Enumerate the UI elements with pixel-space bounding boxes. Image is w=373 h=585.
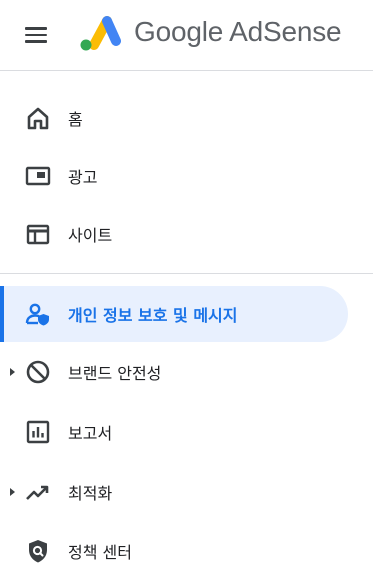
brand-safety-icon — [26, 360, 50, 384]
nav-item-label: 보고서 — [68, 424, 113, 443]
nav-divider — [0, 273, 373, 274]
policy-center-icon — [29, 540, 47, 563]
optimization-icon — [26, 485, 49, 500]
nav-item-label: 개인 정보 보호 및 메시지 — [68, 306, 238, 325]
privacy-messaging-icon — [25, 303, 49, 326]
nav-item-sites[interactable]: 사이트 — [0, 206, 348, 262]
nav-item-ads[interactable]: 광고 — [0, 148, 348, 204]
nav-item-policy-center[interactable]: 정책 센터 — [0, 523, 348, 579]
nav-item-reports[interactable]: 보고서 — [0, 404, 348, 460]
hamburger-line — [25, 33, 47, 37]
nav-item-label: 홈 — [68, 110, 83, 129]
brand-title: Google AdSense — [134, 16, 342, 47]
expand-arrow-icon[interactable] — [10, 368, 15, 376]
adsense-logo-icon — [80, 16, 121, 51]
nav-item-label: 사이트 — [68, 226, 113, 245]
nav-item-optimization[interactable]: 최적화 — [0, 464, 348, 520]
expand-arrow-icon[interactable] — [10, 488, 15, 496]
app-header: Google AdSense — [0, 0, 373, 71]
sites-icon — [26, 224, 50, 245]
main-menu-button[interactable] — [25, 22, 53, 48]
active-indicator — [0, 286, 4, 342]
home-icon — [27, 107, 49, 130]
nav-item-label: 최적화 — [68, 484, 113, 503]
ads-icon — [25, 166, 51, 186]
nav-item-label: 광고 — [68, 168, 98, 187]
nav-item-brand-safety[interactable]: 브랜드 안전성 — [0, 344, 348, 400]
hamburger-menu-icon — [25, 27, 47, 30]
nav-item-label: 브랜드 안전성 — [68, 364, 162, 383]
reports-icon — [26, 420, 50, 444]
hamburger-line — [25, 40, 47, 43]
nav-item-home[interactable]: 홈 — [0, 90, 348, 146]
nav-item-label: 정책 센터 — [68, 543, 132, 562]
nav-item-privacy-messaging[interactable]: 개인 정보 보호 및 메시지 — [0, 286, 348, 342]
